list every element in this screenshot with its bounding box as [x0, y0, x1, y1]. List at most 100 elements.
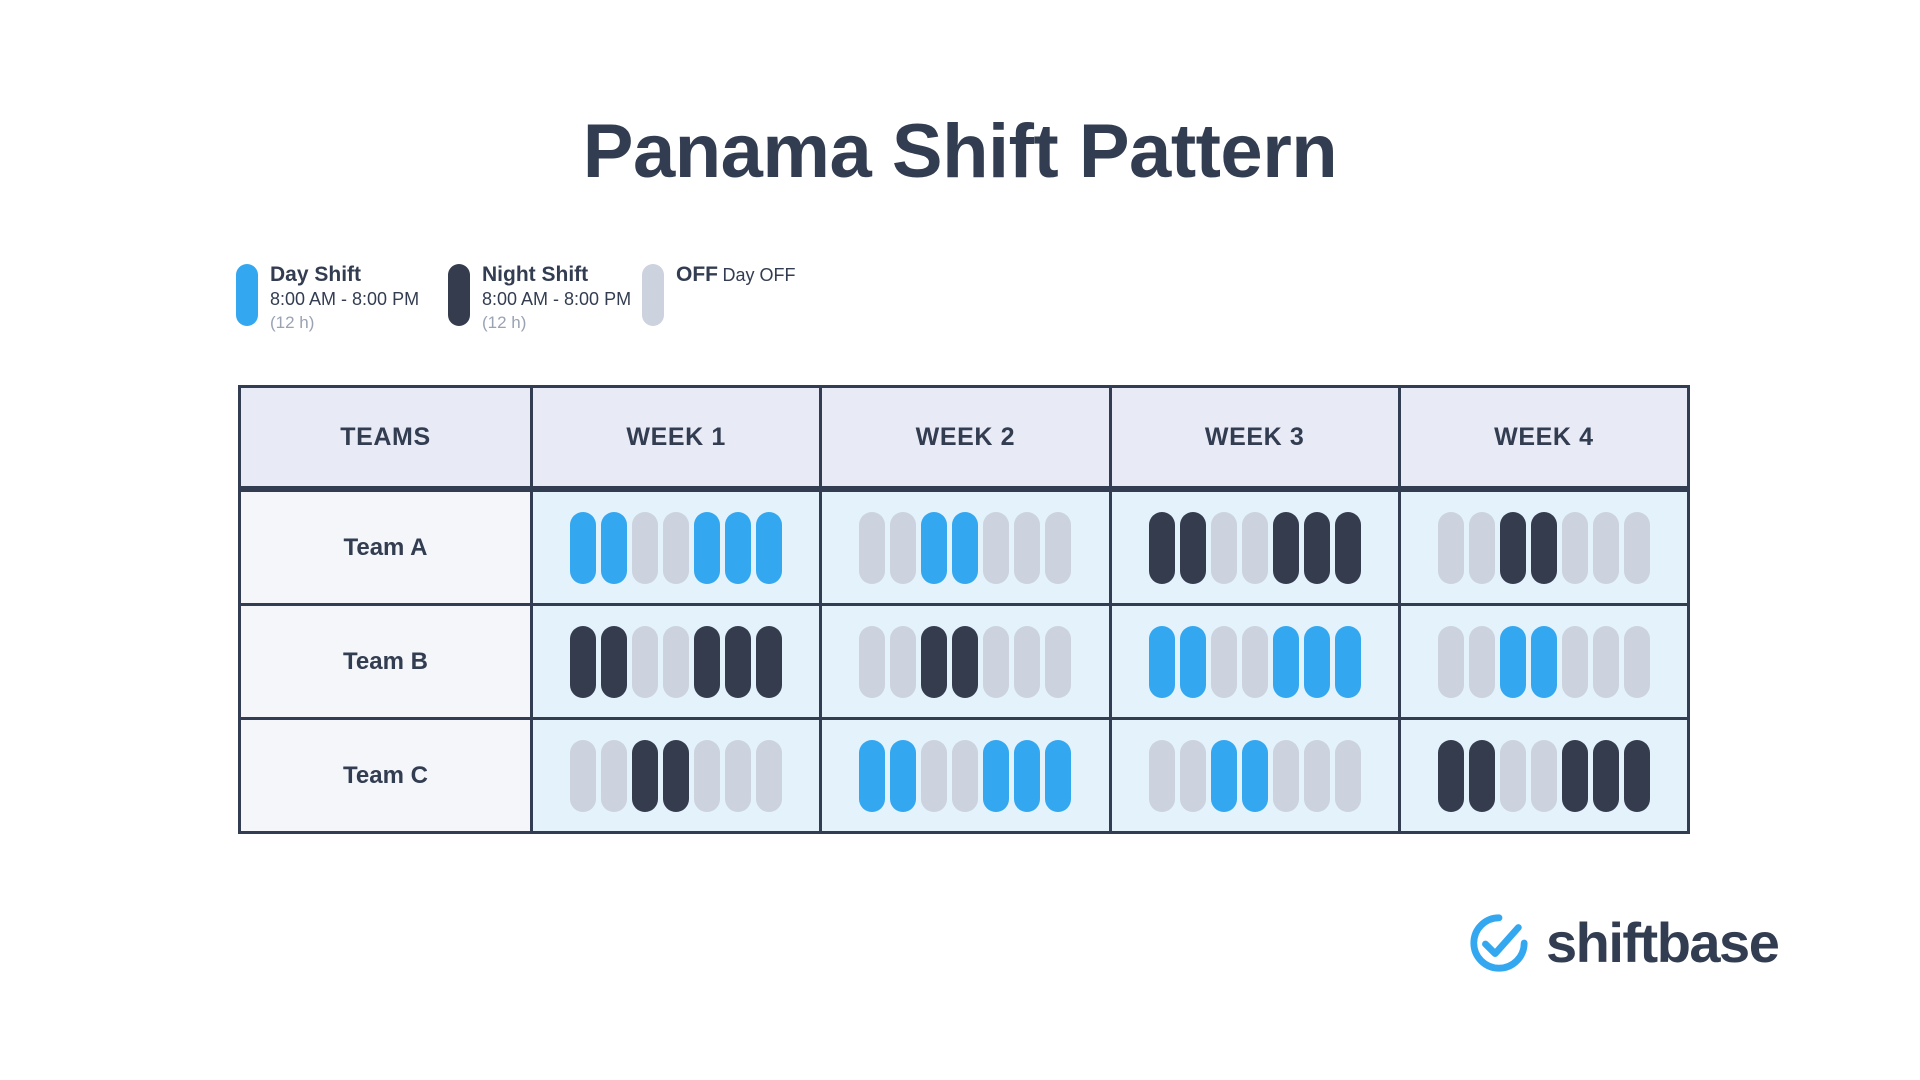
day-shift-pill	[859, 739, 886, 812]
week-cell	[1111, 606, 1398, 717]
day-shift-pill	[570, 511, 597, 584]
shift-pill-group	[1437, 625, 1650, 698]
night-shift-pill	[601, 625, 628, 698]
off-day-pill	[1437, 625, 1464, 698]
off-day-pill	[859, 511, 886, 584]
table-row: Team B	[241, 606, 1687, 717]
shift-pill-group	[1148, 739, 1361, 812]
shift-pill-group	[570, 739, 783, 812]
legend-item-day-shift: Day Shift 8:00 AM - 8:00 PM (12 h)	[236, 262, 448, 334]
legend-time-off: Day OFF	[722, 265, 796, 285]
off-day-pill	[1623, 511, 1650, 584]
night-shift-pill	[663, 739, 690, 812]
shift-pill-group	[570, 625, 783, 698]
off-day-pill	[983, 511, 1010, 584]
night-shift-swatch-icon	[448, 264, 470, 326]
off-day-pill	[601, 739, 628, 812]
week-cell	[1400, 492, 1687, 603]
off-day-pill	[1334, 739, 1361, 812]
day-shift-pill	[694, 511, 721, 584]
column-header-week-2: WEEK 2	[822, 388, 1109, 486]
night-shift-pill	[570, 625, 597, 698]
shift-pill-group	[1148, 625, 1361, 698]
week-cell	[1111, 720, 1398, 831]
night-shift-pill	[1148, 511, 1175, 584]
week-cell	[1111, 492, 1398, 603]
week-cell	[533, 720, 820, 831]
off-day-pill	[632, 625, 659, 698]
night-shift-pill	[921, 625, 948, 698]
shiftbase-wordmark: shiftbase	[1546, 911, 1780, 974]
night-shift-pill	[1592, 739, 1619, 812]
legend: Day Shift 8:00 AM - 8:00 PM (12 h) Night…	[236, 262, 842, 334]
day-shift-swatch-icon	[236, 264, 258, 326]
off-day-pill	[1210, 511, 1237, 584]
legend-item-night-shift: Night Shift 8:00 AM - 8:00 PM (12 h)	[448, 262, 642, 334]
night-shift-pill	[1334, 511, 1361, 584]
off-day-pill	[1014, 625, 1041, 698]
legend-label-off: OFF	[676, 263, 718, 286]
legend-duration-day: (12 h)	[270, 312, 315, 332]
off-day-pill	[1210, 625, 1237, 698]
off-day-pill	[1272, 739, 1299, 812]
shift-pill-group	[1148, 511, 1361, 584]
off-day-pill	[1179, 739, 1206, 812]
night-shift-pill	[1303, 511, 1330, 584]
off-day-pill	[1045, 625, 1072, 698]
week-cell	[1400, 720, 1687, 831]
day-shift-pill	[1241, 739, 1268, 812]
week-cell	[822, 492, 1109, 603]
off-day-pill	[1241, 511, 1268, 584]
off-day-pill	[1530, 739, 1557, 812]
night-shift-pill	[1179, 511, 1206, 584]
night-shift-pill	[1623, 739, 1650, 812]
column-header-week-1: WEEK 1	[533, 388, 820, 486]
day-shift-pill	[725, 511, 752, 584]
page-title: Panama Shift Pattern	[582, 109, 1338, 194]
off-day-pill	[890, 625, 917, 698]
panama-shift-pattern-infographic: Panama Shift Pattern Day Shift 8:00 AM -…	[0, 0, 1920, 1080]
off-day-pill	[1148, 739, 1175, 812]
off-day-pill	[1045, 511, 1072, 584]
off-day-pill	[1561, 511, 1588, 584]
check-circle-icon	[1468, 912, 1530, 974]
legend-label-night: Night Shift	[482, 263, 589, 286]
shift-pill-group	[570, 511, 783, 584]
day-shift-pill	[1045, 739, 1072, 812]
week-cell	[533, 492, 820, 603]
day-shift-pill	[1014, 739, 1041, 812]
off-day-pill	[859, 625, 886, 698]
legend-text-day: Day Shift 8:00 AM - 8:00 PM (12 h)	[270, 262, 448, 334]
night-shift-pill	[756, 625, 783, 698]
off-day-pill	[1561, 625, 1588, 698]
night-shift-pill	[1561, 739, 1588, 812]
off-day-pill	[725, 739, 752, 812]
off-day-pill	[663, 511, 690, 584]
day-shift-pill	[756, 511, 783, 584]
off-day-pill	[1592, 625, 1619, 698]
legend-label-day: Day Shift	[270, 263, 362, 286]
off-day-pill	[1241, 625, 1268, 698]
night-shift-pill	[1468, 739, 1495, 812]
table-row: Team C	[241, 720, 1687, 831]
off-day-pill	[570, 739, 597, 812]
column-header-week-4: WEEK 4	[1400, 388, 1687, 486]
off-swatch-icon	[642, 264, 664, 326]
off-day-pill	[983, 625, 1010, 698]
night-shift-pill	[725, 625, 752, 698]
legend-time-day: 8:00 AM - 8:00 PM	[270, 289, 420, 310]
off-day-pill	[1014, 511, 1041, 584]
day-shift-pill	[890, 739, 917, 812]
off-day-pill	[952, 739, 979, 812]
shift-pill-group	[859, 511, 1072, 584]
team-name-cell: Team A	[241, 492, 530, 603]
week-cell	[822, 606, 1109, 717]
day-shift-pill	[952, 511, 979, 584]
off-day-pill	[1468, 625, 1495, 698]
shift-pill-group	[1437, 739, 1650, 812]
day-shift-pill	[1148, 625, 1175, 698]
week-cell	[822, 720, 1109, 831]
day-shift-pill	[601, 511, 628, 584]
week-cell	[533, 606, 820, 717]
day-shift-pill	[1210, 739, 1237, 812]
